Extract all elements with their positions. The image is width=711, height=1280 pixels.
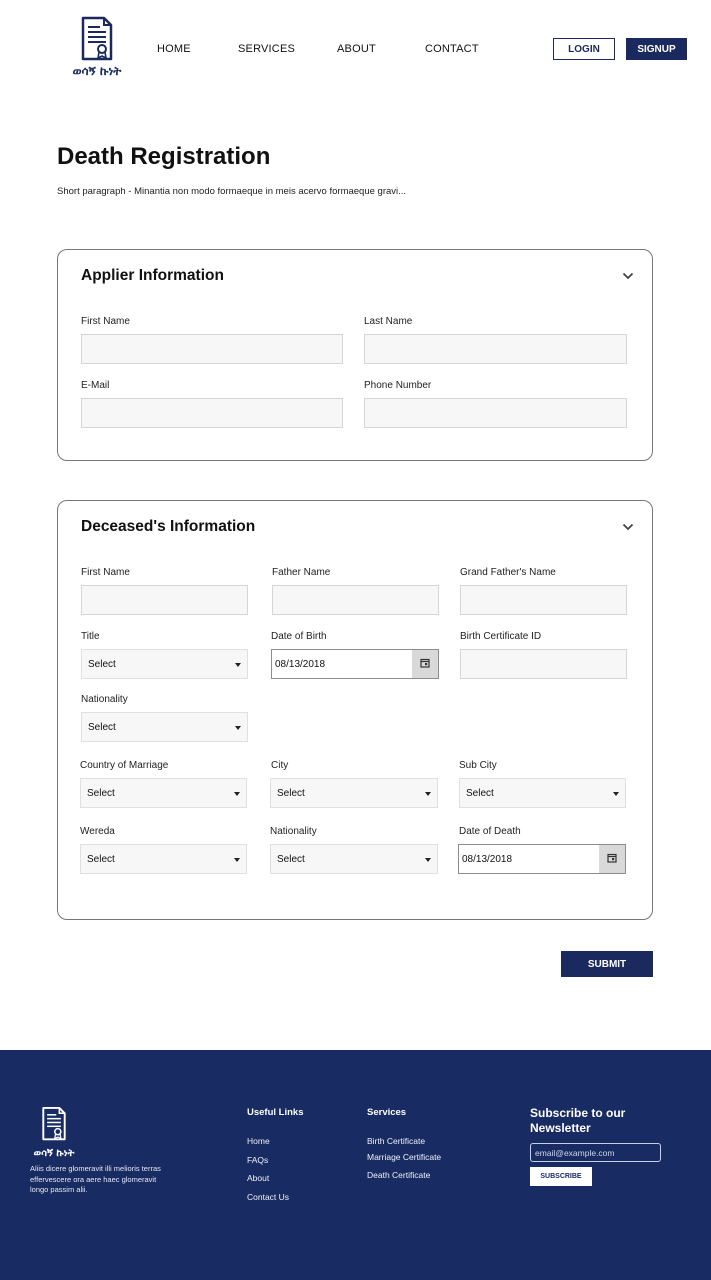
sub-city-select[interactable]: Select: [459, 778, 626, 808]
footer-link-contact[interactable]: Contact Us: [247, 1192, 289, 1202]
certificate-document-icon: [81, 16, 113, 61]
nationality-select[interactable]: Select: [81, 712, 248, 742]
logo-text: ወሳኝ ኩነት: [72, 64, 122, 78]
applier-email-label: E-Mail: [81, 380, 110, 391]
applier-information-card: Applier Information First Name Last Name…: [57, 249, 653, 461]
caret-down-icon: [425, 858, 431, 862]
grandfather-name-input[interactable]: [460, 585, 627, 615]
deceased-information-card: Deceased's Information First Name Father…: [57, 500, 653, 920]
city-select[interactable]: Select: [270, 778, 438, 808]
footer-link-birth-certificate[interactable]: Birth Certificate: [367, 1136, 425, 1146]
title-label: Title: [81, 631, 100, 642]
site-logo[interactable]: ወሳኝ ኩነት: [66, 16, 128, 79]
useful-links-title: Useful Links: [247, 1107, 304, 1118]
title-select-value: Select: [88, 659, 116, 670]
applier-phone-label: Phone Number: [364, 380, 432, 391]
submit-button[interactable]: SUBMIT: [561, 951, 653, 977]
date-of-death-label: Date of Death: [459, 826, 521, 837]
footer-link-death-certificate[interactable]: Death Certificate: [367, 1170, 430, 1180]
footer-link-home[interactable]: Home: [247, 1136, 270, 1146]
caret-down-icon: [613, 792, 619, 796]
birth-certificate-id-input[interactable]: [460, 649, 627, 679]
date-of-birth-input[interactable]: 08/13/2018: [271, 649, 439, 679]
page-title: Death Registration: [57, 143, 271, 170]
deceased-first-name-input[interactable]: [81, 585, 248, 615]
footer-logo-text: ወሳኝ ኩነት: [33, 1148, 75, 1159]
services-title: Services: [367, 1107, 407, 1118]
newsletter-email-input[interactable]: [530, 1143, 661, 1162]
wereda-label: Wereda: [80, 826, 115, 837]
nationality-2-select[interactable]: Select: [270, 844, 438, 874]
date-picker-button[interactable]: [412, 650, 438, 678]
applier-email-input[interactable]: [81, 398, 343, 428]
date-of-birth-value: 08/13/2018: [275, 659, 326, 670]
nationality-label: Nationality: [81, 694, 128, 705]
newsletter-title: Subscribe to our Newsletter: [530, 1106, 626, 1135]
chevron-down-icon[interactable]: [622, 272, 634, 280]
country-of-marriage-label: Country of Marriage: [80, 760, 169, 771]
deceased-card-title: Deceased's Information: [81, 518, 256, 535]
applier-last-name-label: Last Name: [364, 316, 413, 327]
father-name-label: Father Name: [272, 567, 331, 578]
country-of-marriage-select[interactable]: Select: [80, 778, 247, 808]
caret-down-icon: [425, 792, 431, 796]
nav-home[interactable]: HOME: [157, 43, 191, 55]
country-of-marriage-value: Select: [87, 788, 115, 799]
wereda-select[interactable]: Select: [80, 844, 247, 874]
city-label: City: [271, 760, 289, 771]
birth-certificate-id-label: Birth Certificate ID: [460, 631, 542, 642]
nationality-select-value: Select: [88, 722, 116, 733]
certificate-document-icon: [42, 1106, 66, 1141]
footer-link-faqs[interactable]: FAQs: [247, 1155, 268, 1165]
login-button[interactable]: LOGIN: [553, 38, 615, 60]
nav-about[interactable]: ABOUT: [337, 43, 376, 55]
date-picker-button[interactable]: [599, 845, 625, 873]
subscribe-button[interactable]: SUBSCRIBE: [530, 1167, 592, 1186]
city-select-value: Select: [277, 788, 305, 799]
caret-down-icon: [235, 663, 241, 667]
nav-contact[interactable]: CONTACT: [425, 43, 479, 55]
site-footer: ወሳኝ ኩነት Aliis dicere glomeravit illi mel…: [0, 1050, 711, 1280]
wereda-select-value: Select: [87, 854, 115, 865]
signup-button[interactable]: SIGNUP: [626, 38, 687, 60]
date-of-death-value: 08/13/2018: [462, 854, 513, 865]
applier-first-name-input[interactable]: [81, 334, 343, 364]
page-intro: Short paragraph - Minantia non modo form…: [57, 186, 407, 197]
deceased-first-name-label: First Name: [81, 567, 130, 578]
grandfather-name-label: Grand Father's Name: [460, 567, 556, 578]
title-select[interactable]: Select: [81, 649, 248, 679]
calendar-icon: [607, 853, 617, 863]
applier-card-title: Applier Information: [81, 267, 224, 284]
sub-city-select-value: Select: [466, 788, 494, 799]
applier-last-name-input[interactable]: [364, 334, 627, 364]
applier-first-name-label: First Name: [81, 316, 130, 327]
applier-phone-input[interactable]: [364, 398, 627, 428]
chevron-down-icon[interactable]: [622, 523, 634, 531]
footer-link-marriage-certificate[interactable]: Marriage Certificate: [367, 1152, 441, 1162]
nationality-2-select-value: Select: [277, 854, 305, 865]
nationality-2-label: Nationality: [270, 826, 317, 837]
footer-description: Aliis dicere glomeravit illi melioris te…: [30, 1164, 161, 1194]
caret-down-icon: [234, 792, 240, 796]
father-name-input[interactable]: [272, 585, 439, 615]
date-of-death-input[interactable]: 08/13/2018: [458, 844, 626, 874]
footer-logo[interactable]: ወሳኝ ኩነት: [30, 1106, 78, 1159]
caret-down-icon: [234, 858, 240, 862]
caret-down-icon: [235, 726, 241, 730]
calendar-icon: [420, 658, 430, 668]
sub-city-label: Sub City: [459, 760, 497, 771]
footer-link-about[interactable]: About: [247, 1173, 269, 1183]
nav-services[interactable]: SERVICES: [238, 43, 295, 55]
date-of-birth-label: Date of Birth: [271, 631, 327, 642]
